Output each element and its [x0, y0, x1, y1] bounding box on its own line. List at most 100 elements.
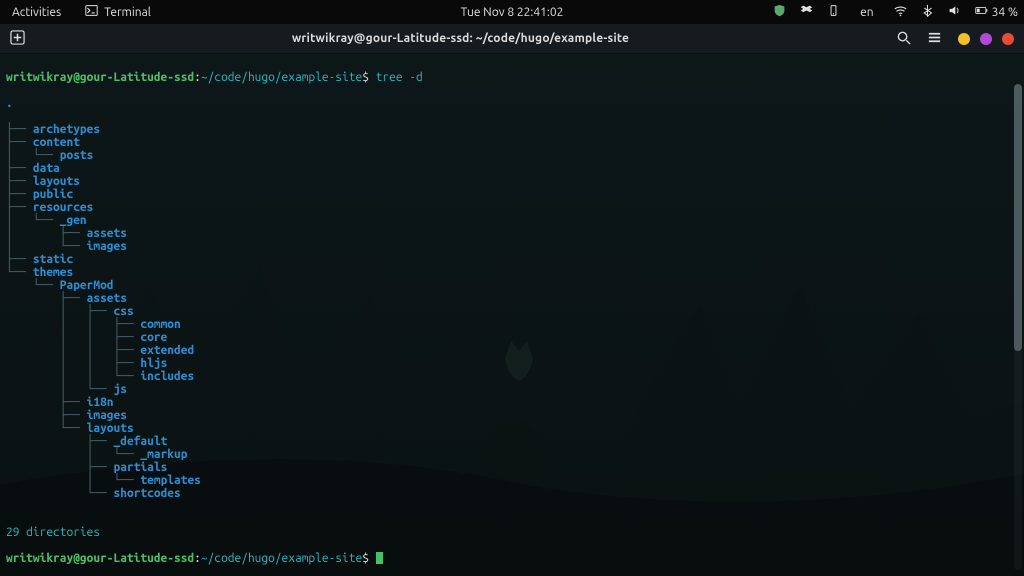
- directory-name: css: [114, 305, 134, 318]
- terminal-icon: [85, 4, 98, 20]
- tree-row: │ └── images: [6, 240, 1018, 253]
- tree-branch-glyph: │ ├──: [6, 227, 87, 240]
- tree-row: │ │ ├── common: [6, 318, 1018, 331]
- directory-name: _default: [114, 435, 168, 448]
- command-text: tree -d: [376, 71, 423, 84]
- tree-branch-glyph: ├──: [6, 292, 87, 305]
- battery-status[interactable]: 34 %: [975, 4, 1018, 20]
- tree-row: │ └── posts: [6, 149, 1018, 162]
- directory-name: shortcodes: [114, 487, 181, 500]
- tree-branch-glyph: │ └──: [6, 448, 140, 461]
- battery-label: 34 %: [992, 6, 1018, 19]
- lang-label: en: [860, 6, 873, 19]
- wifi-icon[interactable]: [894, 4, 907, 20]
- search-icon[interactable]: [896, 30, 911, 48]
- datetime-label: Tue Nov 8 22:41:02: [461, 6, 564, 19]
- activities-button[interactable]: Activities: [6, 4, 67, 21]
- window-minimize-button[interactable]: [958, 33, 970, 45]
- tree-branch-glyph: └──: [6, 487, 114, 500]
- tree-branch-glyph: ├──: [6, 175, 33, 188]
- directory-name: core: [140, 331, 167, 344]
- tree-branch-glyph: └──: [6, 279, 60, 292]
- directory-name: content: [33, 136, 80, 149]
- tree-row: ├── i18n: [6, 396, 1018, 409]
- tree-row: └── PaperMod: [6, 279, 1018, 292]
- tree-row: ├── partials: [6, 461, 1018, 474]
- tree-row: ├── assets: [6, 292, 1018, 305]
- tree-row: │ │ └── includes: [6, 370, 1018, 383]
- terminal-viewport[interactable]: writwikray@gour-Latitude-ssd:~/code/hugo…: [0, 54, 1024, 576]
- prompt-cwd: ~/code/hugo/example-site: [201, 71, 362, 84]
- gnome-topbar: Activities Terminal Tue Nov 8 22:41:02 e…: [0, 0, 1024, 24]
- dropbox-icon[interactable]: [800, 4, 813, 20]
- tree-branch-glyph: ├──: [6, 201, 33, 214]
- tree-branch-glyph: ├──: [6, 396, 87, 409]
- directory-name: partials: [114, 461, 168, 474]
- device-icon[interactable]: [827, 4, 840, 20]
- directory-name: images: [87, 409, 127, 422]
- tree-branch-glyph: ├──: [6, 253, 33, 266]
- tree-branch-glyph: │ │ ├──: [6, 357, 140, 370]
- tree-row: ├── data: [6, 162, 1018, 175]
- directory-name: _gen: [60, 214, 87, 227]
- tree-branch-glyph: │ │ ├──: [6, 331, 140, 344]
- window-title: writwikray@gour-Latitude-ssd: ~/code/hug…: [25, 32, 896, 45]
- tree-row: ├── content: [6, 136, 1018, 149]
- directory-name: _markup: [140, 448, 187, 461]
- shield-icon[interactable]: [773, 4, 786, 20]
- directory-name: hljs: [140, 357, 167, 370]
- directory-name: data: [33, 162, 60, 175]
- tree-row: └── themes: [6, 266, 1018, 279]
- prompt-userhost-2: writwikray@gour-Latitude-ssd: [6, 552, 194, 565]
- tree-branch-glyph: │ └──: [6, 149, 60, 162]
- directory-name: i18n: [87, 396, 114, 409]
- tree-branch-glyph: ├──: [6, 461, 114, 474]
- tree-row: ├── archetypes: [6, 123, 1018, 136]
- directory-name: static: [33, 253, 73, 266]
- tree-row: │ └── templates: [6, 474, 1018, 487]
- tree-row: │ └── js: [6, 383, 1018, 396]
- new-tab-button[interactable]: [10, 30, 25, 48]
- tree-branch-glyph: │ │ ├──: [6, 344, 140, 357]
- tree-row: │ ├── assets: [6, 227, 1018, 240]
- tree-row: ├── images: [6, 409, 1018, 422]
- tree-branch-glyph: ├──: [6, 188, 33, 201]
- tree-row: ├── resources: [6, 201, 1018, 214]
- tree-branch-glyph: ├──: [6, 123, 33, 136]
- tree-branch-glyph: ├──: [6, 409, 87, 422]
- directory-name: js: [114, 383, 127, 396]
- bluetooth-icon[interactable]: [921, 4, 934, 20]
- tree-row: └── layouts: [6, 422, 1018, 435]
- window-maximize-button[interactable]: [980, 33, 992, 45]
- directory-name: posts: [60, 149, 94, 162]
- text-cursor: [376, 552, 383, 564]
- tree-row: │ └── _markup: [6, 448, 1018, 461]
- terminal-headerbar: writwikray@gour-Latitude-ssd: ~/code/hug…: [0, 24, 1024, 54]
- tree-branch-glyph: ├──: [6, 162, 33, 175]
- directory-name: assets: [87, 292, 127, 305]
- tree-branch-glyph: ├──: [6, 136, 33, 149]
- volume-icon[interactable]: [948, 4, 961, 20]
- keyboard-layout[interactable]: en: [854, 4, 879, 21]
- tree-branch-glyph: └──: [6, 422, 87, 435]
- directory-name: layouts: [87, 422, 134, 435]
- terminal-output: writwikray@gour-Latitude-ssd:~/code/hugo…: [0, 54, 1024, 576]
- directory-name: templates: [140, 474, 200, 487]
- tree-summary: 29 directories: [6, 526, 100, 539]
- tree-branch-glyph: │ └──: [6, 383, 114, 396]
- current-app[interactable]: Terminal: [79, 2, 157, 22]
- prompt-cwd-2: ~/code/hugo/example-site: [201, 552, 362, 565]
- directory-name: PaperMod: [60, 279, 114, 292]
- current-app-label: Terminal: [104, 6, 151, 19]
- tree-row: │ ├── css: [6, 305, 1018, 318]
- battery-icon: [975, 4, 988, 20]
- directory-name: themes: [33, 266, 73, 279]
- directory-name: images: [87, 240, 127, 253]
- hamburger-menu-icon[interactable]: [927, 30, 942, 48]
- clock[interactable]: Tue Nov 8 22:41:02: [455, 4, 570, 21]
- tree-branch-glyph: └──: [6, 266, 33, 279]
- window-close-button[interactable]: [1002, 33, 1014, 45]
- directory-name: archetypes: [33, 123, 100, 136]
- tree-branch-glyph: ├──: [6, 435, 114, 448]
- tree-row: ├── public: [6, 188, 1018, 201]
